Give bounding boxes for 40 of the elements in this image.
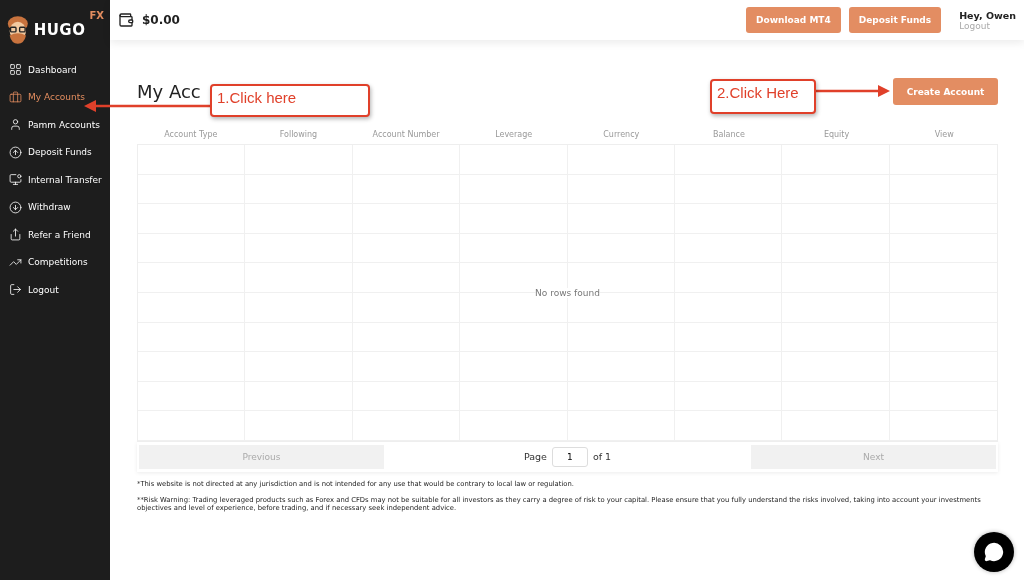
column-header: Account Number: [371, 129, 441, 139]
logout-icon: [9, 283, 22, 297]
monitor-icon: [9, 173, 22, 187]
chat-icon: [984, 542, 1004, 562]
chat-button[interactable]: [974, 532, 1014, 572]
column-header: Following: [278, 129, 319, 139]
share-icon: [9, 228, 22, 242]
sidebar-item[interactable]: Deposit Funds: [0, 138, 110, 166]
balance-amount: $0.00: [142, 13, 180, 27]
arrow-up-circle-icon: [9, 145, 22, 159]
grid-icon: [9, 63, 22, 77]
sidebar-item[interactable]: Internal Transfer: [0, 166, 110, 194]
annotation-callout: 2.Click Here: [710, 79, 816, 114]
sidebar-item[interactable]: Dashboard: [0, 56, 110, 84]
column-header: Leverage: [494, 129, 534, 139]
page-label: Page: [523, 451, 547, 463]
column-header: View: [933, 129, 955, 139]
wallet-icon: [118, 12, 134, 28]
annotation-callout: 1.Click here: [210, 84, 370, 117]
greeting: Hey, Owen: [959, 9, 1016, 21]
briefcase-icon: [9, 90, 22, 104]
brand-suffix: FX: [89, 10, 104, 21]
column-header: Currency: [602, 129, 641, 139]
page-title: My Acc: [137, 81, 201, 102]
mascot-logo-icon: [6, 14, 30, 46]
sidebar-item[interactable]: Logout: [0, 276, 110, 304]
sidebar-item[interactable]: My Accounts: [0, 83, 110, 111]
page-input[interactable]: 1: [551, 446, 588, 467]
empty-message: No rows found: [535, 287, 600, 298]
sidebar-item[interactable]: Refer a Friend: [0, 221, 110, 249]
brand-name: HUGO: [33, 21, 86, 39]
sidebar-item[interactable]: Competitions: [0, 248, 110, 276]
sidebar-item[interactable]: Pamm Accounts: [0, 111, 110, 139]
sidebar-item[interactable]: Withdraw: [0, 193, 110, 221]
column-header: Equity: [822, 129, 851, 139]
column-header: Balance: [712, 129, 746, 139]
column-header: Account Type: [163, 129, 219, 139]
page-count: of 1: [592, 451, 612, 463]
arrow-down-circle-icon: [9, 200, 22, 214]
user-icon: [9, 118, 22, 132]
